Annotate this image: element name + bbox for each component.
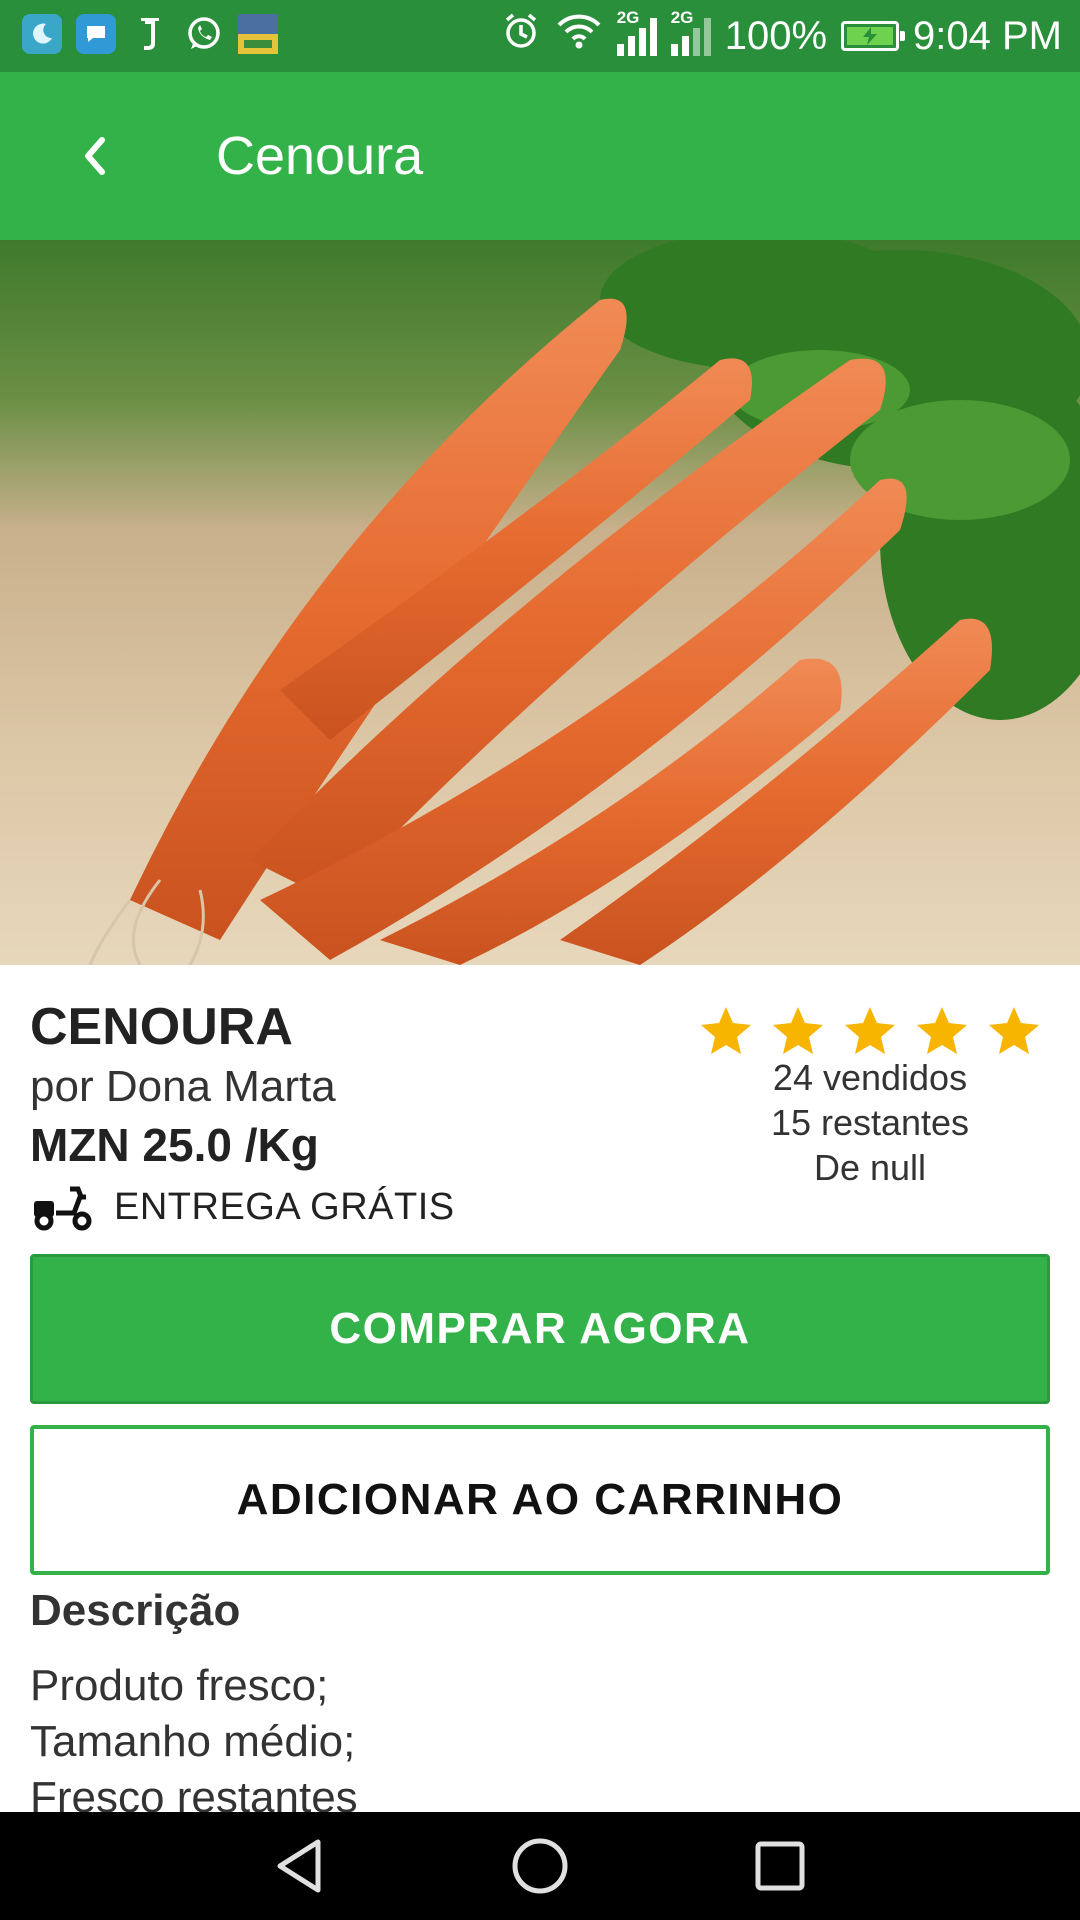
notification-icons: [22, 14, 278, 54]
seller-name: por Dona Marta: [30, 1062, 336, 1111]
star-icon: [989, 1007, 1039, 1054]
network-type-label: 2G: [670, 8, 694, 27]
product-price: MZN 25.0 /Kg: [30, 1119, 319, 1171]
description-line: Produto fresco;: [30, 1661, 329, 1710]
moon-app-icon: [22, 14, 62, 54]
nav-home-button[interactable]: [500, 1826, 580, 1906]
description-body: Produto fresco; Tamanho médio; Fresco re…: [30, 1658, 358, 1826]
circle-home-icon: [512, 1838, 568, 1894]
battery-percent: 100%: [724, 13, 828, 58]
add-to-cart-button[interactable]: ADICIONAR AO CARRINHO: [30, 1425, 1050, 1575]
delivery-info: ENTREGA GRÁTIS: [30, 1183, 630, 1231]
signal-2-icon: 2G: [670, 8, 711, 56]
network-type-label: 2G: [616, 8, 640, 27]
star-icon: [773, 1007, 823, 1054]
navigation-bar: [0, 1812, 1080, 1920]
page-title: Cenoura: [216, 126, 424, 186]
delivery-label: ENTREGA GRÁTIS: [114, 1185, 455, 1228]
alarm-icon: [501, 11, 541, 61]
signal-1-icon: 2G: [616, 8, 657, 56]
system-icons: 2G 2G 100% 9:04 PM: [501, 0, 1062, 72]
product-name: CENOURA: [30, 998, 293, 1056]
product-image: [0, 240, 1080, 965]
battery-icon: [841, 21, 906, 51]
description-title: Descrição: [30, 1586, 241, 1635]
status-bar: 2G 2G 100% 9:04 PM: [0, 0, 1080, 72]
remaining-count: 15 restantes: [770, 1102, 970, 1143]
product-screen: 2G 2G 100% 9:04 PM Cenoura CENOURA por D…: [0, 0, 1080, 1920]
star-icon: [701, 1007, 751, 1054]
wifi-icon: [555, 11, 603, 61]
app-bar: Cenoura: [0, 72, 1080, 240]
chat-app-icon: [76, 14, 116, 54]
rating-stars: [690, 1005, 1050, 1055]
triangle-back-icon: [277, 1839, 321, 1893]
sold-count: 24 vendidos: [772, 1057, 968, 1098]
buy-now-button[interactable]: COMPRAR AGORA: [30, 1254, 1050, 1404]
arrow-back-icon: [85, 137, 105, 175]
juventus-icon: [130, 14, 170, 54]
product-stats: 24 vendidos 15 restantes De null: [690, 1005, 1050, 1190]
scooter-icon: [34, 1186, 92, 1231]
nav-back-button[interactable]: [260, 1826, 340, 1906]
star-icon: [845, 1007, 895, 1054]
nav-recents-button[interactable]: [740, 1826, 820, 1906]
gallery-app-icon: [238, 14, 278, 54]
description-line: Tamanho médio;: [30, 1717, 356, 1766]
origin-label: De null: [813, 1147, 927, 1188]
back-button[interactable]: [56, 116, 136, 196]
whatsapp-icon: [184, 14, 224, 54]
square-recents-icon: [755, 1841, 805, 1891]
clock: 9:04 PM: [913, 13, 1062, 58]
product-details: CENOURA por Dona Marta MZN 25.0 /Kg ENTR…: [30, 995, 630, 1231]
star-icon: [917, 1007, 967, 1054]
